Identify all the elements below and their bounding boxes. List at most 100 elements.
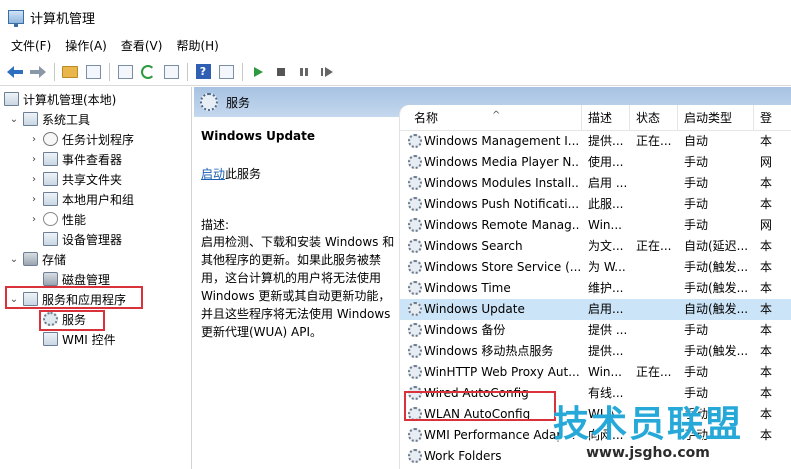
service-startup-cell: 自动(延迟... — [684, 239, 749, 253]
wmi-icon — [43, 332, 58, 346]
service-description-cell: 有线... — [588, 386, 624, 400]
back-arrow-icon — [7, 65, 23, 78]
services-gear-icon — [200, 93, 218, 111]
service-description-cell: 维护... — [588, 281, 624, 295]
tree-item-shared-folders[interactable]: › 共享文件夹 — [28, 169, 122, 189]
start-service-link[interactable]: 启动 — [201, 167, 225, 181]
watermark-logo-text: 技术员联盟 — [552, 404, 743, 445]
service-gear-icon — [408, 449, 422, 463]
export-list-button[interactable] — [160, 61, 182, 83]
table-row[interactable]: Windows Time 维护... 手动(触发... 本 — [400, 278, 791, 299]
service-name-cell: Windows Modules Install... — [424, 176, 580, 190]
service-gear-icon — [408, 365, 422, 379]
service-startup-cell: 手动 — [684, 176, 709, 190]
chevron-right-icon[interactable]: › — [28, 214, 40, 225]
show-hide-tree-button[interactable] — [82, 61, 104, 83]
column-header-startup-type[interactable]: 启动类型 — [678, 105, 754, 131]
service-status-cell — [636, 278, 678, 299]
service-startup-cell: 手动 — [684, 197, 709, 211]
table-row[interactable]: Windows 移动热点服务 提供... 手动(触发... 本 — [400, 341, 791, 362]
forward-button[interactable] — [27, 61, 49, 83]
table-row[interactable]: Windows Media Player N... 使用... 手动 网 — [400, 152, 791, 173]
service-gear-icon — [408, 323, 422, 337]
column-header-logon[interactable]: 登 — [754, 105, 791, 131]
sort-ascending-icon: ^ — [492, 110, 501, 121]
service-gear-icon — [408, 134, 422, 148]
table-row[interactable]: Windows Management I... 提供... 正在... 自动 本 — [400, 131, 791, 152]
table-row[interactable]: WinHTTP Web Proxy Aut... Win... 正在... 手动 本 — [400, 362, 791, 383]
menu-action[interactable]: 操作(A) — [58, 34, 114, 58]
back-button[interactable] — [4, 61, 26, 83]
service-name-cell: Windows Search — [424, 239, 523, 253]
restart-service-button[interactable] — [316, 61, 338, 83]
chevron-right-icon[interactable]: › — [28, 174, 40, 185]
service-logon-cell: 本 — [760, 365, 773, 379]
start-service-button[interactable] — [247, 61, 269, 83]
service-description-cell: Win... — [588, 365, 622, 379]
toolbar: ? — [0, 58, 791, 86]
table-row[interactable]: Windows Remote Manag... Win... 手动 网 — [400, 215, 791, 236]
tree-item-task-scheduler[interactable]: › 任务计划程序 — [28, 129, 134, 149]
service-description: 启用检测、下载和安装 Windows 和其他程序的更新。如果此服务被禁用，这台计… — [201, 235, 395, 339]
tree-item-event-viewer[interactable]: › 事件查看器 — [28, 149, 122, 169]
chevron-down-icon[interactable]: ⌄ — [8, 254, 20, 265]
service-startup-cell: 手动(触发... — [684, 344, 749, 358]
table-row[interactable]: Windows Search 为文... 正在... 自动(延迟... 本 — [400, 236, 791, 257]
device-manager-icon — [43, 232, 58, 246]
service-logon-cell: 本 — [760, 302, 773, 316]
play-icon — [254, 66, 263, 77]
menu-file[interactable]: 文件(F) — [4, 34, 58, 58]
tree-item-computer-management[interactable]: 计算机管理(本地) — [4, 89, 116, 109]
service-gear-icon — [408, 260, 422, 274]
service-description-cell: 提供... — [588, 134, 624, 148]
action-pane-button[interactable] — [215, 61, 237, 83]
tree-item-label: 系统工具 — [42, 112, 91, 127]
service-logon-cell: 本 — [760, 323, 773, 337]
service-logon-cell: 本 — [760, 428, 773, 442]
service-gear-icon — [408, 428, 422, 442]
service-status-cell — [636, 194, 678, 215]
service-status-cell — [636, 320, 678, 341]
menu-help[interactable]: 帮助(H) — [169, 34, 225, 58]
table-row[interactable]: Windows 备份 提供 ... 手动 本 — [400, 320, 791, 341]
properties-button[interactable] — [114, 61, 136, 83]
help-icon: ? — [195, 64, 211, 79]
column-header-status[interactable]: 状态 — [630, 105, 678, 131]
column-header-description[interactable]: 描述 — [582, 105, 630, 131]
chevron-down-icon[interactable]: ⌄ — [8, 114, 20, 125]
tree-item-system-tools[interactable]: ⌄ 系统工具 — [8, 109, 90, 129]
tree-item-device-manager[interactable]: 设备管理器 — [43, 229, 122, 249]
menu-bar: 文件(F) 操作(A) 查看(V) 帮助(H) — [0, 34, 791, 58]
table-row[interactable]: Windows Store Service (... 为 W... 手动(触发...… — [400, 257, 791, 278]
help-button[interactable]: ? — [192, 61, 214, 83]
service-logon-cell: 本 — [760, 197, 773, 211]
service-gear-icon — [408, 176, 422, 190]
service-status-cell: 正在... — [636, 134, 672, 148]
service-status-cell — [636, 299, 678, 320]
chevron-right-icon[interactable]: › — [28, 194, 40, 205]
refresh-button[interactable] — [137, 61, 159, 83]
tree-item-local-users-groups[interactable]: › 本地用户和组 — [28, 189, 134, 209]
tree-item-label: 磁盘管理 — [62, 272, 111, 287]
service-logon-cell: 本 — [760, 260, 773, 274]
tree-item-performance[interactable]: › 性能 — [28, 209, 86, 229]
up-folder-button[interactable] — [59, 61, 81, 83]
table-row[interactable]: Windows Push Notificati... 此服... 手动 本 — [400, 194, 791, 215]
forward-arrow-icon — [30, 65, 46, 78]
menu-view[interactable]: 查看(V) — [114, 34, 170, 58]
clock-icon — [43, 132, 58, 146]
table-row[interactable]: Windows Modules Install... 启用 ... 手动 本 — [400, 173, 791, 194]
chevron-right-icon[interactable]: › — [28, 154, 40, 165]
table-row[interactable]: Windows Update 启用... 自动(触发... 本 — [400, 299, 791, 320]
chevron-right-icon[interactable]: › — [28, 134, 40, 145]
tree-item-wmi-control[interactable]: WMI 控件 — [43, 329, 116, 349]
service-description-cell: 提供 ... — [588, 323, 628, 337]
service-name-cell: Windows Store Service (... — [424, 260, 580, 274]
pause-service-button[interactable] — [293, 61, 315, 83]
pause-icon — [300, 67, 308, 76]
stop-service-button[interactable] — [270, 61, 292, 83]
stop-icon — [277, 67, 285, 76]
tree-item-storage[interactable]: ⌄ 存储 — [8, 249, 66, 269]
service-logon-cell: 本 — [760, 281, 773, 295]
column-header-name[interactable]: 名称 ^ — [400, 105, 582, 131]
